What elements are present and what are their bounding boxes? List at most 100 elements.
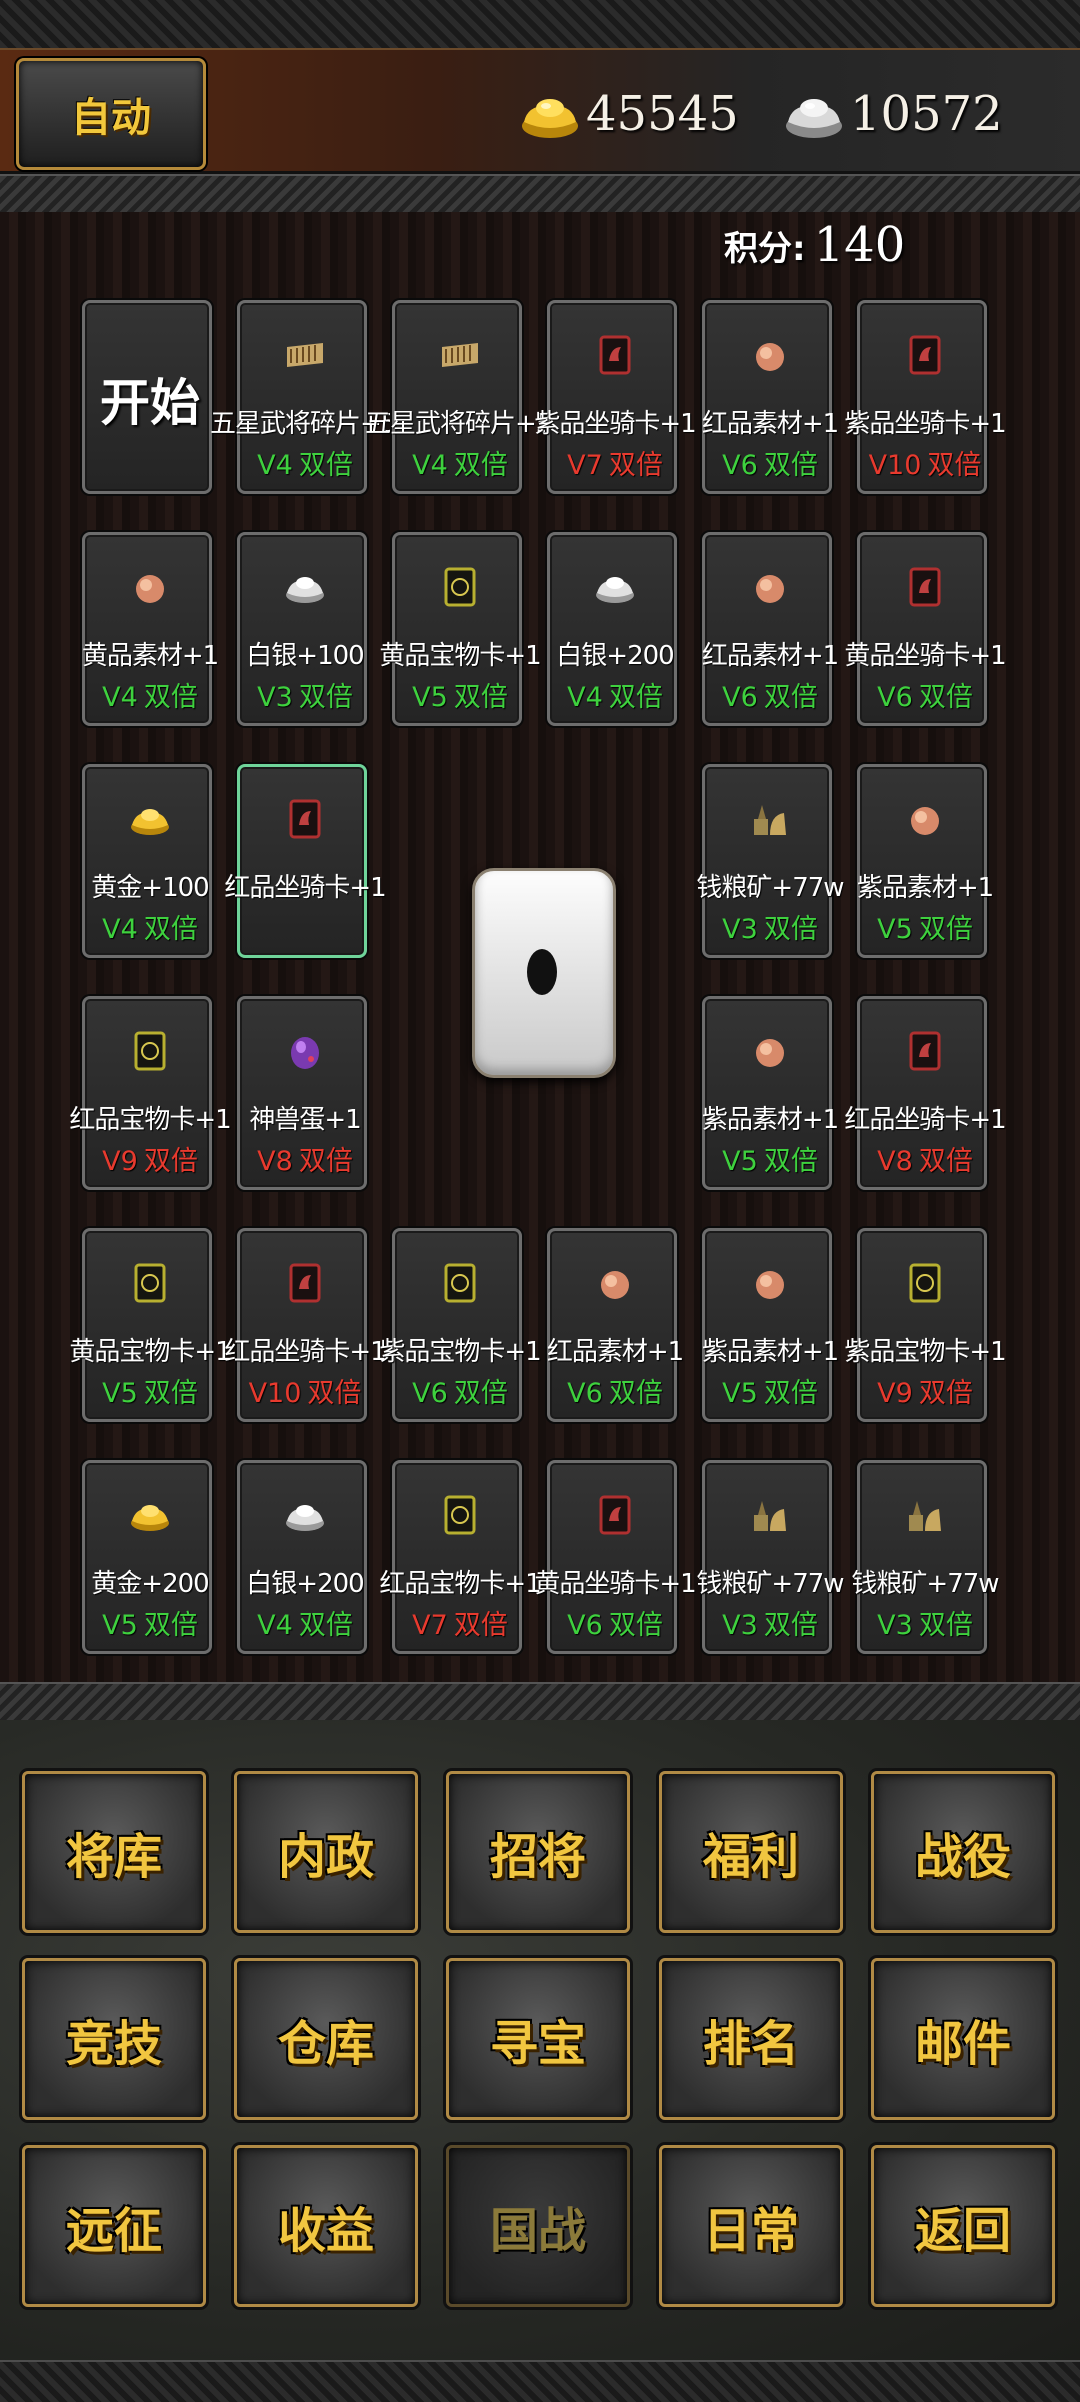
cell-vip-double-label: V6 双倍 xyxy=(550,1603,680,1642)
vip-level: V5 xyxy=(102,1378,138,1409)
board-cell[interactable]: 白银+100 V3 双倍 xyxy=(237,532,367,726)
board-cell[interactable]: 黄金+100 V4 双倍 xyxy=(82,764,212,958)
menu-button-warehouse[interactable]: 仓库 xyxy=(234,1958,418,2120)
board-cell[interactable]: 红品坐骑卡+1 xyxy=(224,764,387,958)
cell-vip-double-label: V3 双倍 xyxy=(860,1603,990,1642)
menu-button-recruit[interactable]: 招将 xyxy=(446,1771,630,1933)
menu-button-national-war[interactable]: 国战 xyxy=(446,2145,630,2307)
cell-vip-double-label: V7 双倍 xyxy=(395,1603,525,1642)
dice[interactable] xyxy=(472,868,616,1078)
double-label: 双倍 xyxy=(453,450,508,481)
cell-vip-double-label: V3 双倍 xyxy=(705,1603,835,1642)
material-icon xyxy=(748,333,792,377)
board-cell[interactable]: 钱粮矿+77w V3 双倍 xyxy=(696,1460,845,1654)
auto-button[interactable]: 自动 xyxy=(16,58,206,170)
board-cell[interactable]: 黄品宝物卡+1 V5 双倍 xyxy=(69,1228,232,1422)
vip-level: V3 xyxy=(722,914,758,945)
board-cell[interactable]: 红品坐骑卡+1 V10 双倍 xyxy=(224,1228,387,1422)
menu-button-arena[interactable]: 竞技 xyxy=(22,1958,206,2120)
menu-button-mail[interactable]: 邮件 xyxy=(871,1958,1055,2120)
board-cell[interactable]: 红品素材+1 V6 双倍 xyxy=(702,300,839,494)
board-cell[interactable]: 五星武将碎片+50 V4 双倍 xyxy=(365,300,568,494)
vip-level: V7 xyxy=(567,450,603,481)
menu-button-campaign[interactable]: 战役 xyxy=(871,1771,1055,1933)
board-cell[interactable]: 黄品坐骑卡+1 V6 双倍 xyxy=(844,532,1007,726)
board-cell[interactable]: 五星武将碎片+50 V4 双倍 xyxy=(210,300,413,494)
board-cell[interactable]: 红品宝物卡+1 V7 双倍 xyxy=(379,1460,542,1654)
board-cell[interactable]: 紫品素材+1 V5 双倍 xyxy=(857,764,994,958)
material-icon xyxy=(903,797,947,841)
board-cell[interactable]: 钱粮矿+77w V3 双倍 xyxy=(696,764,845,958)
cell-vip-double-label: V6 双倍 xyxy=(705,675,835,714)
vip-level: V8 xyxy=(877,1146,913,1177)
menu-button-income[interactable]: 收益 xyxy=(234,2145,418,2307)
ore-icon xyxy=(748,1493,792,1537)
board-cell[interactable]: 黄金+200 V5 双倍 xyxy=(82,1460,212,1654)
double-label: 双倍 xyxy=(298,682,353,713)
start-label: 开始 xyxy=(100,374,200,432)
double-label: 双倍 xyxy=(143,1378,198,1409)
score-display: 积分: 140 xyxy=(724,210,905,280)
board-cell[interactable]: 紫品素材+1 V5 双倍 xyxy=(702,996,839,1190)
board-cell[interactable]: 钱粮矿+77w V3 双倍 xyxy=(851,1460,1000,1654)
menu-button-daily[interactable]: 日常 xyxy=(659,2145,843,2307)
board-cell[interactable]: 紫品坐骑卡+1 V10 双倍 xyxy=(844,300,1007,494)
treasure-card-icon xyxy=(438,1493,482,1537)
silver-ingot-icon xyxy=(786,99,842,138)
board-cell[interactable]: 紫品宝物卡+1 V6 双倍 xyxy=(379,1228,542,1422)
cell-vip-double-label: V4 双倍 xyxy=(85,675,215,714)
board-cell[interactable]: 紫品素材+1 V5 双倍 xyxy=(702,1228,839,1422)
silver-icon xyxy=(593,565,637,609)
double-label: 双倍 xyxy=(298,1610,353,1641)
menu-button-expedition[interactable]: 远征 xyxy=(22,2145,206,2307)
board-divider xyxy=(0,1682,1080,1724)
double-label: 双倍 xyxy=(298,450,353,481)
menu-button-back[interactable]: 返回 xyxy=(871,2145,1055,2307)
gold-value: 45545 xyxy=(586,86,739,142)
board-cell[interactable]: 红品坐骑卡+1 V8 双倍 xyxy=(844,996,1007,1190)
vip-level: V3 xyxy=(722,1610,758,1641)
vip-level: V4 xyxy=(257,1610,293,1641)
mount-card-icon xyxy=(283,1261,327,1305)
board-cell[interactable]: 紫品宝物卡+1 V9 双倍 xyxy=(844,1228,1007,1422)
double-label: 双倍 xyxy=(143,914,198,945)
treasure-card-icon xyxy=(438,1261,482,1305)
menu-button-generals[interactable]: 将库 xyxy=(22,1771,206,1933)
cell-vip-double-label: V4 双倍 xyxy=(85,907,215,946)
board-cell[interactable]: 黄品素材+1 V4 双倍 xyxy=(82,532,219,726)
cell-vip-double-label: V4 双倍 xyxy=(240,443,370,482)
menu-button-welfare[interactable]: 福利 xyxy=(659,1771,843,1933)
cell-vip-double-label: V10 双倍 xyxy=(240,1371,370,1410)
start-cell[interactable]: 开始 xyxy=(82,300,212,494)
vip-level: V10 xyxy=(248,1378,302,1409)
material-icon xyxy=(748,1029,792,1073)
score-value: 140 xyxy=(813,217,906,273)
menu-button-internal-affairs[interactable]: 内政 xyxy=(234,1771,418,1933)
vip-level: V6 xyxy=(722,450,758,481)
vip-level: V5 xyxy=(102,1610,138,1641)
cell-vip-double-label: V5 双倍 xyxy=(85,1603,215,1642)
board-cell[interactable]: 黄品坐骑卡+1 V6 双倍 xyxy=(534,1460,697,1654)
score-label: 积分: xyxy=(724,228,806,269)
material-icon xyxy=(748,1261,792,1305)
board-cell[interactable]: 白银+200 V4 双倍 xyxy=(237,1460,367,1654)
double-label: 双倍 xyxy=(143,1610,198,1641)
silver-icon xyxy=(283,1493,327,1537)
board-cell[interactable]: 紫品坐骑卡+1 V7 双倍 xyxy=(534,300,697,494)
board-cell[interactable]: 红品素材+1 V6 双倍 xyxy=(702,532,839,726)
board-cell[interactable]: 红品宝物卡+1 V9 双倍 xyxy=(69,996,232,1190)
vip-level: V3 xyxy=(877,1610,913,1641)
top-border xyxy=(0,0,1080,50)
menu-button-ranking[interactable]: 排名 xyxy=(659,1958,843,2120)
board-cell[interactable]: 黄品宝物卡+1 V5 双倍 xyxy=(379,532,542,726)
board-cell[interactable]: 白银+200 V4 双倍 xyxy=(547,532,677,726)
board-cell[interactable]: 神兽蛋+1 V8 双倍 xyxy=(237,996,367,1190)
cell-vip-double-label: V5 双倍 xyxy=(860,907,990,946)
double-label: 双倍 xyxy=(918,1146,973,1177)
board-cell[interactable]: 红品素材+1 V6 双倍 xyxy=(547,1228,684,1422)
menu-button-treasure-hunt[interactable]: 寻宝 xyxy=(446,1958,630,2120)
bottom-border xyxy=(0,2360,1080,2402)
gold-counter: 45545 xyxy=(518,78,739,150)
cell-vip-double-label: V5 双倍 xyxy=(85,1371,215,1410)
vip-level: V9 xyxy=(877,1378,913,1409)
